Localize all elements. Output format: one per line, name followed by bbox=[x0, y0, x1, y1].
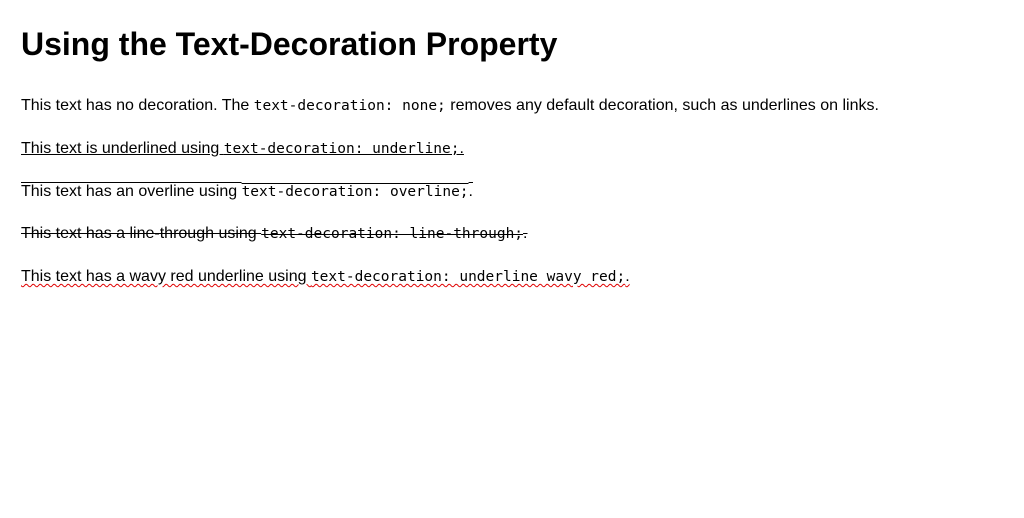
paragraph-text-before: This text has no decoration. The bbox=[21, 97, 254, 114]
paragraph-wavy-red-underline: This text has a wavy red underline using… bbox=[21, 267, 630, 287]
code-snippet: text-decoration: line-through; bbox=[261, 226, 524, 242]
paragraph-text-after: . bbox=[625, 268, 630, 285]
paragraph-overline: This text has an overline using text-dec… bbox=[21, 182, 473, 202]
paragraph-text-after: . bbox=[523, 225, 528, 242]
paragraph-no-decoration: This text has no decoration. The text-de… bbox=[21, 96, 879, 116]
paragraph-text-before: This text has a wavy red underline using bbox=[21, 268, 311, 285]
paragraph-text-after: . bbox=[468, 183, 473, 200]
paragraph-text-before: This text is underlined using bbox=[21, 140, 224, 157]
paragraph-text-after: . bbox=[459, 140, 464, 157]
paragraph-text-after: removes any default decoration, such as … bbox=[445, 97, 879, 114]
paragraph-text-before: This text has an overline using bbox=[21, 183, 242, 200]
code-snippet: text-decoration: underline wavy red; bbox=[310, 269, 626, 285]
code-snippet: text-decoration: none; bbox=[253, 98, 446, 114]
code-snippet: text-decoration: overline; bbox=[241, 184, 469, 200]
code-snippet: text-decoration: underline; bbox=[223, 141, 460, 157]
paragraph-underline: This text is underlined using text-decor… bbox=[21, 139, 464, 159]
document-page: Using the Text-Decoration Property This … bbox=[0, 0, 1024, 518]
paragraph-text-before: This text has a line-through using bbox=[21, 225, 262, 242]
paragraph-line-through: This text has a line-through using text-… bbox=[21, 224, 528, 244]
page-title: Using the Text-Decoration Property bbox=[21, 26, 558, 62]
